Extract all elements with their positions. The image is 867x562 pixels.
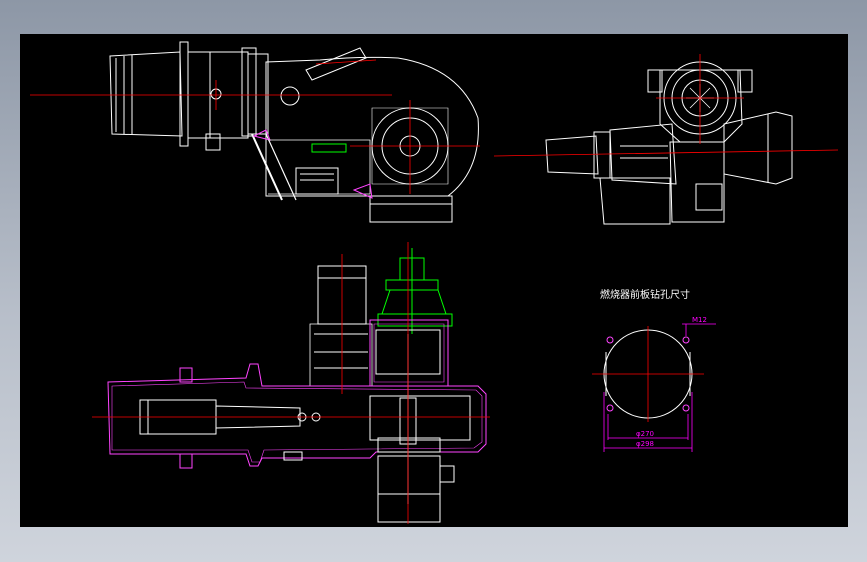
dimension-lines [603,323,716,452]
side-view[interactable] [493,54,839,225]
burner-housing-section [107,319,487,469]
motor-base [369,195,453,223]
bolt-size-label: M12 [692,316,707,324]
cad-drawing-canvas[interactable]: 燃烧器前板钻孔尺寸 M12 φ270 φ298 [20,34,848,527]
outer-diameter-label: φ298 [636,440,654,448]
mounting-hole-centerlines [592,326,704,422]
coupling-assembly [377,248,453,334]
nozzle-tube [109,51,183,137]
mounting-hole-title: 燃烧器前板钻孔尺寸 [600,288,690,301]
cad-drawing: 燃烧器前板钻孔尺寸 M12 φ270 φ298 [30,41,839,524]
mounting-hole-view[interactable]: 燃烧器前板钻孔尺寸 M12 φ270 φ298 [592,288,716,452]
inner-diameter-label: φ270 [636,430,654,438]
plan-section-view[interactable] [92,242,490,524]
drive-motor [377,455,441,523]
plan-view-centerlines [92,242,490,524]
front-view[interactable] [30,41,480,223]
motor-side [723,111,793,185]
